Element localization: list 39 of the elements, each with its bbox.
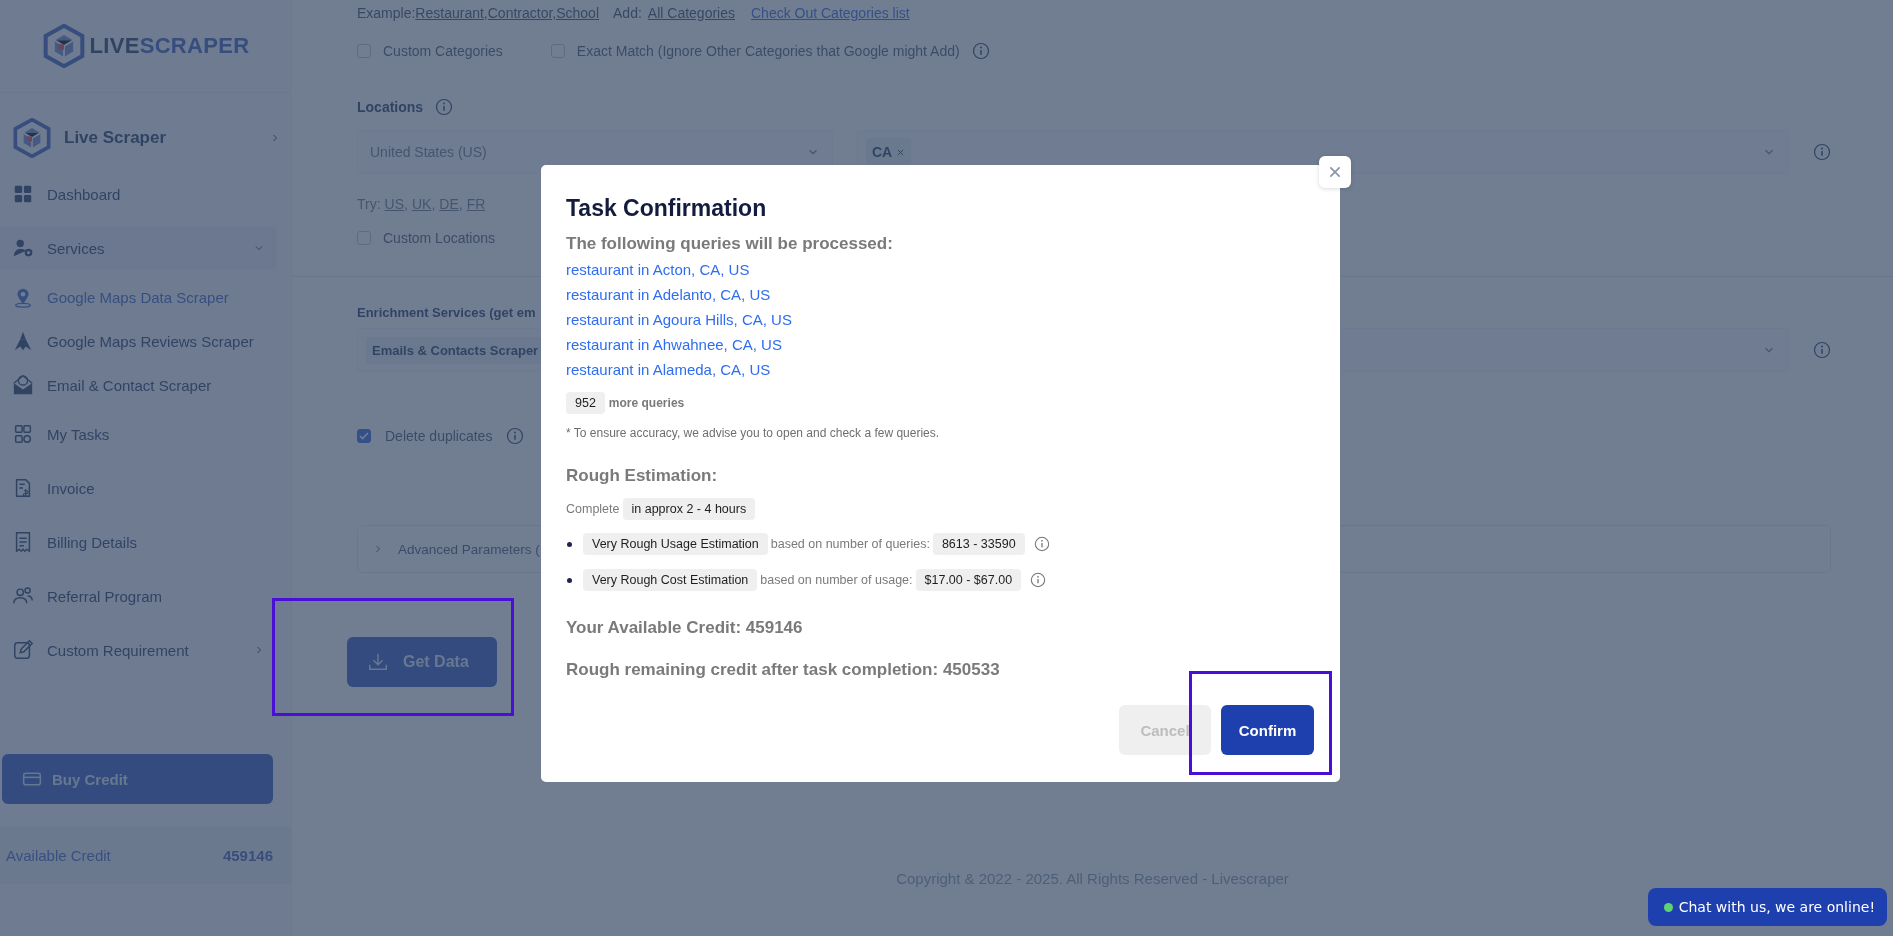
info-icon — [1033, 536, 1050, 552]
section-heading: Rough Estimation: — [566, 466, 719, 486]
all-categories-link[interactable]: All Categories — [647, 5, 735, 21]
confirm-button[interactable]: Confirm — [1221, 705, 1314, 755]
bullet-icon — [567, 577, 572, 583]
query-link[interactable]: restaurant in Adelanto, CA, US — [566, 282, 771, 307]
count-badge: 952 — [566, 392, 605, 414]
query-link[interactable]: restaurant in Ahwahnee, CA, US — [566, 332, 782, 357]
example-label: Example: — [357, 5, 416, 21]
estimate-basis: based on number of queries: — [770, 537, 930, 551]
note-text: * To ensure accuracy, we advise you to open and check a few queries. — [566, 426, 941, 440]
separator-text: , — [458, 196, 463, 212]
estimate-badge: Very Rough Usage Estimation — [583, 533, 768, 555]
bullet-icon — [567, 541, 572, 547]
modal-title: Task Confirmation — [566, 195, 768, 222]
add-label: Add: — [613, 5, 642, 21]
estimate-badge: Very Rough Cost Estimation — [583, 569, 758, 591]
categories-list-link[interactable]: Check Out Categories list — [751, 5, 910, 21]
range-badge: $17.00 - $67.00 — [915, 569, 1022, 591]
separator-text: , — [404, 196, 408, 212]
chat-button[interactable]: Chat with us, we are online! — [1647, 888, 1887, 926]
available-credit-text: Your Available Credit: 459146 — [566, 618, 804, 638]
complete-label: Complete — [566, 502, 620, 516]
range-badge: 8613 - 33590 — [932, 533, 1025, 555]
more-queries-label: more queries — [608, 396, 685, 410]
close-button[interactable] — [1319, 156, 1351, 188]
examples-link[interactable]: Restaurant,Contractor,School — [415, 5, 599, 21]
modal-subtitle: The following queries will be processed: — [566, 234, 894, 254]
close-icon — [1327, 164, 1343, 180]
query-link[interactable]: restaurant in Acton, CA, US — [566, 257, 750, 282]
section-label: Enrichment Services (get em — [357, 305, 536, 320]
query-link[interactable]: restaurant in Agoura Hills, CA, US — [566, 307, 792, 332]
query-link[interactable]: restaurant in Alameda, CA, US — [566, 357, 771, 382]
remaining-credit-text: Rough remaining credit after task completion: 450533 — [566, 660, 1001, 680]
section-label: Locations — [357, 99, 424, 115]
duration-badge: in approx 2 - 4 hours — [622, 498, 756, 520]
info-icon — [1030, 572, 1047, 588]
separator-text: , — [431, 196, 436, 212]
estimate-basis: based on number of usage: — [760, 573, 913, 587]
